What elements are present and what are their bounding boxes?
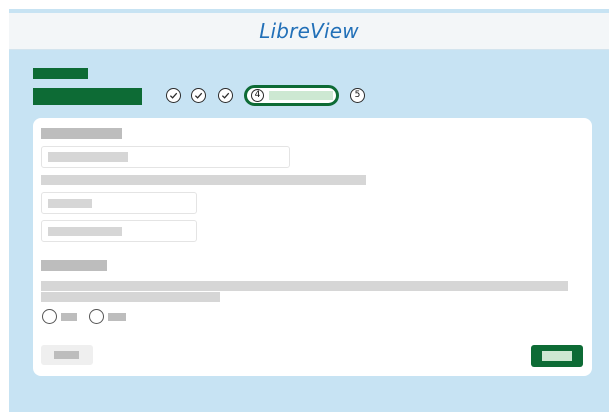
- back-button[interactable]: [41, 345, 93, 365]
- step-5-upcoming: 5: [350, 88, 365, 103]
- description-line-2: [41, 292, 220, 302]
- input-placeholder: [48, 152, 128, 162]
- step-4-label-placeholder: [269, 91, 333, 100]
- radio-option-1-label: [61, 313, 77, 321]
- input-placeholder: [48, 199, 92, 208]
- section-heading-placeholder: [41, 128, 122, 139]
- back-button-label: [54, 351, 79, 359]
- check-icon: [194, 92, 203, 99]
- radio-option-1[interactable]: [42, 309, 57, 324]
- section-heading-placeholder-2: [41, 260, 107, 271]
- radio-option-2-label: [108, 313, 126, 321]
- text-input-2[interactable]: [41, 192, 197, 214]
- radio-option-2[interactable]: [89, 309, 104, 324]
- page-title-placeholder: [33, 88, 142, 105]
- helper-text-placeholder: [41, 175, 366, 185]
- step-3-complete: [218, 88, 233, 103]
- check-icon: [221, 92, 230, 99]
- next-button[interactable]: [531, 345, 583, 367]
- app-header: LibreView: [9, 13, 609, 50]
- next-button-label: [542, 351, 572, 361]
- step-4-number: 4: [251, 89, 264, 102]
- check-icon: [169, 92, 178, 99]
- step-4-current: 4: [244, 85, 339, 106]
- page-subtitle-placeholder: [33, 68, 88, 79]
- step-2-complete: [191, 88, 206, 103]
- input-placeholder: [48, 227, 122, 236]
- text-input-1[interactable]: [41, 146, 290, 168]
- step-1-complete: [166, 88, 181, 103]
- text-input-3[interactable]: [41, 220, 197, 242]
- description-line-1: [41, 281, 568, 291]
- brand-logo: LibreView: [259, 19, 359, 43]
